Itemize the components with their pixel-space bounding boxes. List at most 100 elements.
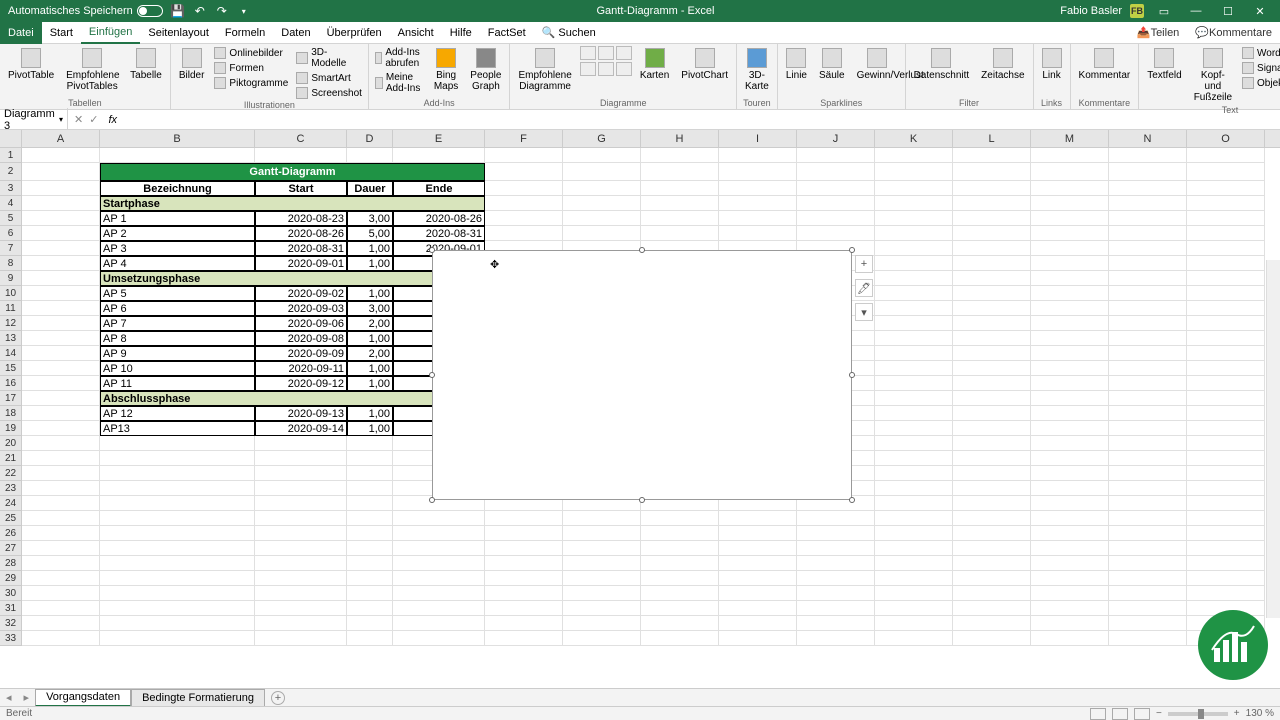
cell[interactable] — [563, 148, 641, 163]
cell[interactable] — [641, 631, 719, 646]
cell[interactable] — [255, 571, 347, 586]
cell[interactable] — [1109, 316, 1187, 331]
cell[interactable] — [875, 163, 953, 181]
cell[interactable] — [1109, 601, 1187, 616]
menu-insert[interactable]: Einfügen — [81, 22, 140, 44]
cell[interactable] — [22, 286, 100, 301]
sparkline-line-button[interactable]: Linie — [782, 46, 811, 83]
cell[interactable] — [1187, 586, 1265, 601]
cell[interactable] — [22, 376, 100, 391]
cell[interactable] — [347, 586, 393, 601]
cell[interactable] — [1109, 271, 1187, 286]
cell[interactable] — [1109, 571, 1187, 586]
cell[interactable] — [100, 511, 255, 526]
cell[interactable] — [719, 163, 797, 181]
cell[interactable] — [255, 466, 347, 481]
cell[interactable] — [1109, 226, 1187, 241]
cell[interactable] — [953, 181, 1031, 196]
cell[interactable] — [22, 361, 100, 376]
pagelayout-view-button[interactable] — [1112, 708, 1128, 720]
cell[interactable] — [347, 556, 393, 571]
cell[interactable] — [875, 148, 953, 163]
cell[interactable] — [953, 301, 1031, 316]
worksheet-grid[interactable]: A B C D E F G H I J K L M N O 12Gantt-Di… — [0, 130, 1280, 650]
cell[interactable] — [22, 466, 100, 481]
col-header-I[interactable]: I — [719, 130, 797, 147]
cell[interactable] — [1109, 631, 1187, 646]
cell[interactable] — [953, 163, 1031, 181]
user-name[interactable]: Fabio Basler — [1060, 5, 1122, 17]
menu-data[interactable]: Daten — [273, 22, 318, 44]
cell[interactable] — [563, 541, 641, 556]
cell[interactable] — [953, 286, 1031, 301]
cell[interactable] — [797, 571, 875, 586]
chart-object[interactable]: + 🖊 ▾ — [432, 250, 852, 500]
cell[interactable]: 2020-09-11 — [255, 361, 347, 376]
cell[interactable] — [875, 541, 953, 556]
cell[interactable] — [22, 421, 100, 436]
cell[interactable] — [1109, 361, 1187, 376]
cell[interactable] — [563, 616, 641, 631]
cell[interactable] — [1187, 241, 1265, 256]
recommended-charts-button[interactable]: Empfohlene Diagramme — [514, 46, 575, 94]
cell[interactable] — [953, 376, 1031, 391]
cell[interactable] — [953, 271, 1031, 286]
cell[interactable] — [347, 481, 393, 496]
cell[interactable] — [1031, 556, 1109, 571]
cell[interactable] — [641, 196, 719, 211]
cell[interactable] — [875, 286, 953, 301]
cell[interactable] — [100, 601, 255, 616]
shapes-button[interactable]: Formen — [212, 61, 290, 75]
cell[interactable] — [563, 181, 641, 196]
cell[interactable] — [1109, 616, 1187, 631]
user-avatar[interactable]: FB — [1130, 4, 1144, 18]
cell[interactable] — [1187, 346, 1265, 361]
sparkline-column-button[interactable]: Säule — [815, 46, 849, 83]
row-header[interactable]: 28 — [0, 556, 22, 571]
select-all-corner[interactable] — [0, 130, 22, 147]
cell[interactable] — [953, 451, 1031, 466]
col-header-J[interactable]: J — [797, 130, 875, 147]
cell[interactable] — [1187, 406, 1265, 421]
cell[interactable] — [1031, 481, 1109, 496]
row-header[interactable]: 32 — [0, 616, 22, 631]
cell[interactable]: AP 9 — [100, 346, 255, 361]
cell[interactable] — [953, 541, 1031, 556]
cell[interactable] — [1187, 436, 1265, 451]
cell[interactable] — [641, 511, 719, 526]
cell[interactable] — [1187, 511, 1265, 526]
cell[interactable] — [1109, 301, 1187, 316]
cell[interactable] — [255, 496, 347, 511]
row-header[interactable]: 15 — [0, 361, 22, 376]
cell[interactable] — [1187, 421, 1265, 436]
cell[interactable] — [563, 571, 641, 586]
cell[interactable] — [1031, 316, 1109, 331]
sheet-tab-vorgangsdaten[interactable]: Vorgangsdaten — [35, 689, 131, 707]
cell[interactable]: AP 1 — [100, 211, 255, 226]
add-sheet-button[interactable]: + — [271, 691, 285, 705]
cell[interactable] — [1031, 391, 1109, 406]
cell[interactable] — [953, 256, 1031, 271]
textbox-button[interactable]: Textfeld — [1143, 46, 1185, 83]
cell[interactable]: 1,00 — [347, 361, 393, 376]
row-header[interactable]: 30 — [0, 586, 22, 601]
cell[interactable] — [347, 616, 393, 631]
get-addins-button[interactable]: Add-Ins abrufen — [373, 46, 426, 70]
cell[interactable]: 2020-08-31 — [393, 226, 485, 241]
cell[interactable]: 2,00 — [347, 346, 393, 361]
sheet-nav-prev-icon[interactable]: ◂ — [0, 691, 18, 704]
cell[interactable] — [1031, 271, 1109, 286]
cancel-formula-icon[interactable]: ✕ — [74, 113, 83, 126]
cell[interactable] — [719, 148, 797, 163]
zoom-level[interactable]: 130 % — [1246, 708, 1274, 719]
cell[interactable] — [563, 163, 641, 181]
cell[interactable]: 1,00 — [347, 256, 393, 271]
header-footer-button[interactable]: Kopf- und Fußzeile — [1190, 46, 1236, 105]
cell[interactable] — [719, 571, 797, 586]
cell[interactable] — [1109, 163, 1187, 181]
row-header[interactable]: 16 — [0, 376, 22, 391]
menu-start[interactable]: Start — [42, 22, 81, 44]
cell[interactable] — [953, 586, 1031, 601]
undo-icon[interactable]: ↶ — [193, 4, 207, 18]
cell[interactable] — [719, 526, 797, 541]
